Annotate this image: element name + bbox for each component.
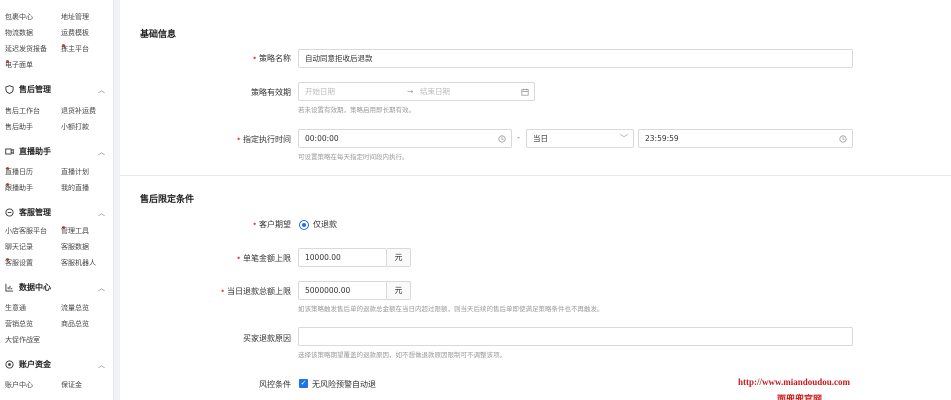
chart-icon bbox=[5, 283, 14, 292]
sidebar-group-title: 售后管理 bbox=[19, 85, 51, 94]
watermark-text: 面兜兜官网 bbox=[777, 394, 823, 400]
daily-total-hint: 如该策略触发售后单的退款总金额在当日内超过限额，则当天后续的售后单即使满足策略条… bbox=[298, 305, 604, 313]
day-select[interactable]: 当日 ﹀ bbox=[526, 129, 634, 148]
watermark-url: http://www.miandoudou.com bbox=[738, 377, 851, 387]
required-mark: • bbox=[220, 287, 225, 296]
single-amount-input[interactable]: 10000.00 bbox=[298, 248, 387, 267]
daily-total-label: • 当日退款总额上限 bbox=[220, 287, 291, 296]
chevron-up-icon[interactable]: ︿ bbox=[98, 83, 105, 97]
refund-only-radio[interactable] bbox=[299, 220, 309, 230]
strategy-name-input[interactable]: 自动同意拒收后退款 bbox=[298, 49, 853, 68]
daily-total-unit: 元 bbox=[387, 281, 411, 300]
video-icon bbox=[5, 147, 14, 156]
sidebar-row: 直播日历 直播计划 bbox=[5, 166, 89, 178]
section-divider bbox=[120, 175, 951, 176]
start-date-input[interactable]: 开始日期 bbox=[305, 87, 335, 96]
chevron-up-icon[interactable]: ︿ bbox=[98, 206, 105, 220]
exec-end-time-input[interactable]: 23:59:59 bbox=[638, 129, 853, 148]
sidebar-group-customer-service[interactable]: 客服管理 ︿ bbox=[5, 206, 105, 220]
risk-option-label[interactable]: 无风险预警自动退 bbox=[312, 379, 376, 390]
sidebar-item-platform[interactable]: 拣主平台 bbox=[61, 43, 89, 55]
chevron-up-icon[interactable]: ︿ bbox=[98, 281, 105, 295]
sidebar-item-management-tools[interactable]: 管理工具 bbox=[61, 225, 89, 237]
clock-icon[interactable] bbox=[839, 130, 847, 147]
section-title-basic: 基础信息 bbox=[140, 30, 177, 40]
range-arrow: → bbox=[407, 87, 414, 96]
sidebar-row: 电子面单 bbox=[5, 59, 110, 71]
exec-start-time-input[interactable]: 00:00:00 bbox=[298, 129, 512, 148]
required-mark: • bbox=[236, 254, 241, 263]
sidebar-group-title: 直播助手 bbox=[19, 147, 51, 156]
buyer-reason-hint: 选择该策略期望覆盖的退款原因，如不想做退款原因限制可不调整该项。 bbox=[298, 351, 506, 359]
sidebar: 包裹中心 地址管理 物流数据 运费模板 延迟发货报备 拣主平台 电子面单 售后管… bbox=[0, 0, 114, 400]
end-date-input[interactable]: 结束日期 bbox=[420, 83, 450, 100]
sidebar-group-title: 数据中心 bbox=[19, 283, 51, 292]
sidebar-row: 聊天记录 客服数据 bbox=[5, 243, 89, 251]
daily-total-input[interactable]: 5000000.00 bbox=[298, 281, 387, 300]
sidebar-group-data-center[interactable]: 数据中心 ︿ bbox=[5, 281, 105, 295]
sidebar-row: 售后助手 小额打款 bbox=[5, 123, 89, 131]
sidebar-row: 物流数据 运费模板 bbox=[5, 29, 89, 37]
sidebar-group-after-sales[interactable]: 售后管理 ︿ bbox=[5, 83, 105, 97]
sidebar-row: 账户中心 保证金 bbox=[5, 381, 82, 389]
chat-icon bbox=[5, 208, 14, 217]
sidebar-row: 营销总览 商品总览 bbox=[5, 320, 89, 328]
sidebar-item-cs-settings[interactable]: 客服设置 bbox=[5, 257, 33, 269]
single-amount-unit: 元 bbox=[387, 248, 411, 267]
strategy-name-label: • 策略名称 bbox=[252, 54, 291, 63]
shield-icon bbox=[5, 85, 14, 94]
sidebar-item-e-waybill[interactable]: 电子面单 bbox=[5, 59, 33, 71]
sidebar-group-title: 账户资金 bbox=[19, 360, 51, 369]
chevron-up-icon[interactable]: ︿ bbox=[98, 358, 105, 372]
time-separator: - bbox=[517, 133, 520, 142]
exec-time-hint: 可设置策略在每天指定时间段内执行。 bbox=[298, 153, 409, 161]
risk-label: 风控条件 bbox=[259, 380, 291, 389]
chevron-up-icon[interactable]: ︿ bbox=[98, 145, 105, 159]
validity-hint: 若未设置有效期，策略启用即长期有效。 bbox=[298, 106, 415, 114]
required-mark: • bbox=[252, 54, 257, 63]
risk-checkbox[interactable]: ✓ bbox=[299, 379, 308, 388]
sidebar-row: 跟播助手 我的直播 bbox=[5, 182, 89, 194]
buyer-reason-label: 买家退款原因 bbox=[243, 334, 291, 343]
exec-time-label: • 指定执行时间 bbox=[236, 135, 291, 144]
single-amount-label: • 单笔金额上限 bbox=[236, 254, 291, 263]
sidebar-row: 小店客服平台 管理工具 bbox=[5, 225, 89, 237]
sidebar-row: 大促作战室 bbox=[5, 336, 40, 344]
validity-label: 策略有效期 bbox=[251, 88, 291, 97]
sidebar-group-title: 客服管理 bbox=[19, 208, 51, 217]
wallet-icon bbox=[5, 360, 14, 369]
sidebar-row: 生意通 流量总览 bbox=[5, 304, 89, 312]
sidebar-group-account-funds[interactable]: 账户资金 ︿ bbox=[5, 358, 105, 372]
sidebar-row: 延迟发货报备 拣主平台 bbox=[5, 43, 89, 55]
sidebar-row: 售后工作台 退货补运费 bbox=[5, 107, 96, 115]
chevron-down-icon: ﹀ bbox=[620, 134, 628, 143]
sidebar-item-live-calendar[interactable]: 直播日历 bbox=[5, 166, 33, 178]
sidebar-group-live[interactable]: 直播助手 ︿ bbox=[5, 145, 105, 159]
refund-only-label[interactable]: 仅退款 bbox=[313, 219, 337, 230]
required-mark: • bbox=[252, 220, 257, 229]
required-mark: • bbox=[236, 135, 241, 144]
calendar-icon[interactable] bbox=[521, 83, 529, 100]
sidebar-item-follow-assistant[interactable]: 跟播助手 bbox=[5, 182, 33, 194]
validity-date-range[interactable]: 开始日期 → 结束日期 bbox=[298, 82, 535, 101]
strategy-form: 基础信息 • 策略名称 自动同意拒收后退款 策略有效期 开始日期 → 结束日期 若… bbox=[120, 0, 951, 400]
clock-icon[interactable] bbox=[498, 130, 506, 147]
sidebar-row: 包裹中心 地址管理 bbox=[5, 13, 89, 21]
customer-expect-label: • 客户期望 bbox=[252, 220, 291, 229]
section-title-limits: 售后限定条件 bbox=[140, 195, 195, 205]
sidebar-row: 客服设置 客服机器人 bbox=[5, 257, 96, 269]
buyer-reason-select[interactable] bbox=[298, 327, 853, 346]
